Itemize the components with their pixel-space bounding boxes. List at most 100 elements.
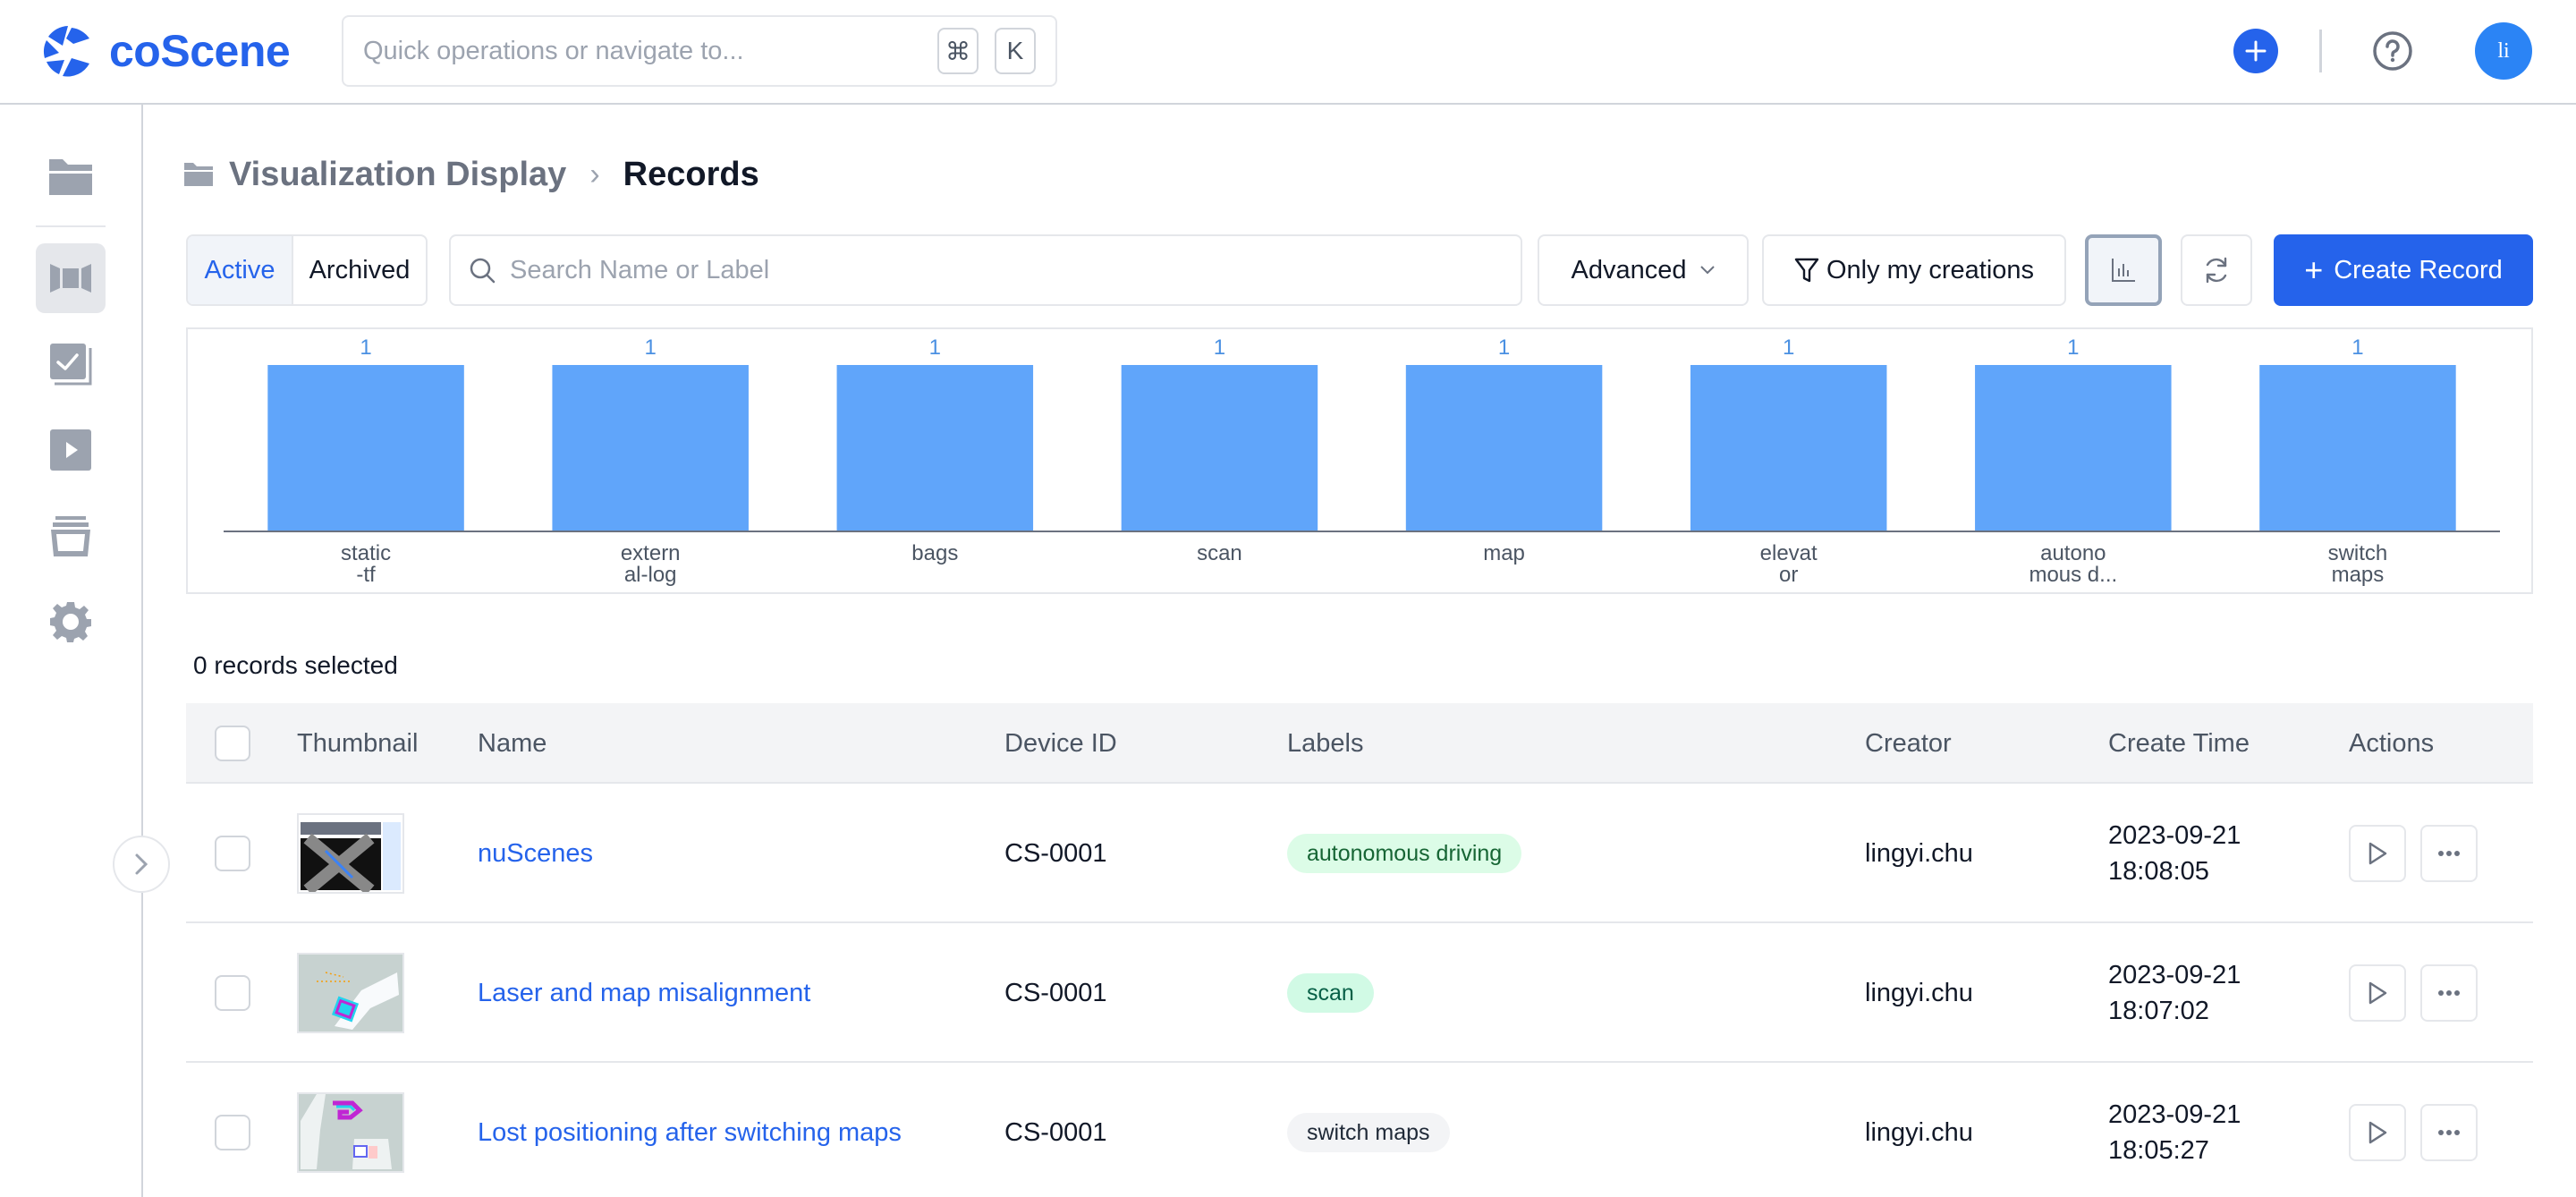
column-creator[interactable]: Creator — [1865, 703, 1952, 784]
column-labels[interactable]: Labels — [1287, 703, 1363, 784]
create-time: 2023-09-21 18:07:02 — [2108, 923, 2241, 1063]
chart-tick-label: bags — [911, 541, 958, 565]
play-button[interactable] — [2349, 964, 2406, 1022]
command-key-hint: ⌘ — [937, 28, 979, 74]
record-thumbnail[interactable] — [297, 813, 404, 894]
table-row[interactable]: nuScenes CS-0001 autonomous driving ling… — [186, 784, 2533, 923]
brand-name: coScene — [109, 26, 291, 76]
toggle-chart-button[interactable] — [2085, 234, 2162, 306]
more-horizontal-icon — [2438, 990, 2460, 996]
record-name-link[interactable]: Laser and map misalignment — [478, 979, 810, 1008]
breadcrumb-separator-icon: › — [589, 157, 600, 191]
breadcrumb-parent-link[interactable]: Visualization Display — [229, 156, 566, 194]
only-my-creations-button[interactable]: Only my creations — [1762, 234, 2066, 306]
more-actions-button[interactable] — [2420, 825, 2478, 882]
column-actions: Actions — [2349, 728, 2435, 758]
device-id: CS-0001 — [1004, 838, 1107, 868]
record-thumbnail[interactable] — [297, 1092, 404, 1173]
chart-tick-label: static -tf — [341, 541, 391, 587]
label-tag[interactable]: scan — [1287, 973, 1374, 1013]
advanced-filter-button[interactable]: Advanced — [1538, 234, 1749, 306]
plus-icon: + — [2304, 251, 2324, 288]
play-outline-icon — [2368, 1121, 2387, 1144]
chart-data-label: 1 — [360, 335, 371, 360]
sidebar-item-settings[interactable] — [36, 587, 106, 657]
play-button[interactable] — [2349, 825, 2406, 882]
search-icon — [470, 258, 496, 284]
more-actions-button[interactable] — [2420, 964, 2478, 1022]
thumbnail-image — [299, 955, 402, 1031]
label-tag[interactable]: switch maps — [1287, 1113, 1450, 1152]
refresh-button[interactable] — [2181, 234, 2252, 306]
more-actions-button[interactable] — [2420, 1104, 2478, 1161]
record-name-link[interactable]: Lost positioning after switching maps — [478, 1118, 902, 1148]
table-row[interactable]: Laser and map misalignment CS-0001 scan … — [186, 923, 2533, 1063]
create-time: 2023-09-21 18:05:27 — [2108, 1063, 2241, 1197]
column-device-id[interactable]: Device ID — [1004, 703, 1117, 784]
chart-bar[interactable] — [1690, 365, 1887, 531]
chart-data-label: 1 — [2351, 335, 2363, 360]
chart-tick-label: scan — [1197, 541, 1242, 565]
chart-data-label: 1 — [929, 335, 941, 360]
status-tabs: Active Archived — [186, 234, 428, 306]
help-button[interactable] — [2372, 30, 2413, 72]
more-horizontal-icon — [2438, 851, 2460, 856]
sidebar-item-playback[interactable] — [36, 415, 106, 485]
create-record-button[interactable]: + Create Record — [2274, 234, 2533, 306]
chart-tick-label: switch maps — [2328, 541, 2388, 587]
create-record-label: Create Record — [2334, 255, 2503, 284]
tasks-icon — [50, 344, 92, 386]
device-id: CS-0001 — [1004, 978, 1107, 1007]
chart-data-label: 1 — [1783, 335, 1794, 360]
sidebar-item-tasks[interactable] — [36, 329, 106, 399]
play-outline-icon — [2368, 981, 2387, 1005]
play-outline-icon — [2368, 842, 2387, 865]
chart-bar[interactable] — [552, 365, 749, 531]
tab-archived[interactable]: Archived — [293, 236, 426, 304]
chart-data-label: 1 — [645, 335, 657, 360]
chart-data-label: 1 — [1498, 335, 1510, 360]
bar-chart: 1 static -tf 1 extern al-log 1 bags 1 scan 1 map 1 el… — [224, 335, 2500, 587]
chart-bar[interactable] — [1405, 365, 1603, 531]
row-checkbox[interactable] — [215, 836, 250, 871]
tab-active[interactable]: Active — [188, 236, 293, 304]
chart-bar[interactable] — [1121, 365, 1318, 531]
chevron-right-icon — [135, 853, 148, 875]
sidebar-item-visualization[interactable] — [36, 243, 106, 313]
column-create-time[interactable]: Create Time — [2108, 703, 2250, 784]
user-avatar[interactable]: li — [2475, 22, 2532, 80]
row-checkbox[interactable] — [215, 1115, 250, 1150]
sidebar-collapse-button[interactable] — [113, 836, 170, 893]
row-checkbox[interactable] — [215, 975, 250, 1011]
play-button[interactable] — [2349, 1104, 2406, 1161]
select-all-checkbox[interactable] — [215, 726, 250, 761]
chart-bar[interactable] — [1975, 365, 2172, 531]
thumbnail-image — [299, 815, 402, 892]
sidebar-item-projects[interactable] — [36, 142, 106, 212]
filter-icon — [1794, 258, 1819, 283]
sidebar — [0, 105, 170, 1197]
column-name[interactable]: Name — [478, 703, 547, 784]
chart-bar[interactable] — [836, 365, 1034, 531]
k-key-hint: K — [995, 28, 1036, 74]
logo[interactable]: coScene — [39, 20, 291, 82]
record-thumbnail[interactable] — [297, 953, 404, 1033]
record-name-link[interactable]: nuScenes — [478, 839, 593, 869]
device-id: CS-0001 — [1004, 1117, 1107, 1147]
selection-count: 0 records selected — [193, 651, 398, 679]
label-tag[interactable]: autonomous driving — [1287, 834, 1522, 873]
chart-bar[interactable] — [2259, 365, 2456, 531]
sidebar-item-archive[interactable] — [36, 501, 106, 571]
chevron-down-icon — [1699, 266, 1715, 275]
table-row[interactable]: Lost positioning after switching maps CS… — [186, 1063, 2533, 1197]
quick-search-input[interactable]: Quick operations or navigate to... ⌘ K — [342, 15, 1057, 87]
global-add-button[interactable] — [2233, 29, 2278, 73]
search-input[interactable] — [510, 255, 1521, 285]
create-date: 2023-09-21 — [2108, 961, 2241, 989]
folder-icon — [49, 159, 92, 195]
only-my-creations-label: Only my creations — [1826, 255, 2035, 284]
chart-bar[interactable] — [267, 365, 464, 531]
chart-data-label: 1 — [1214, 335, 1225, 360]
page-title: Records — [623, 155, 759, 193]
column-thumbnail: Thumbnail — [297, 728, 419, 758]
